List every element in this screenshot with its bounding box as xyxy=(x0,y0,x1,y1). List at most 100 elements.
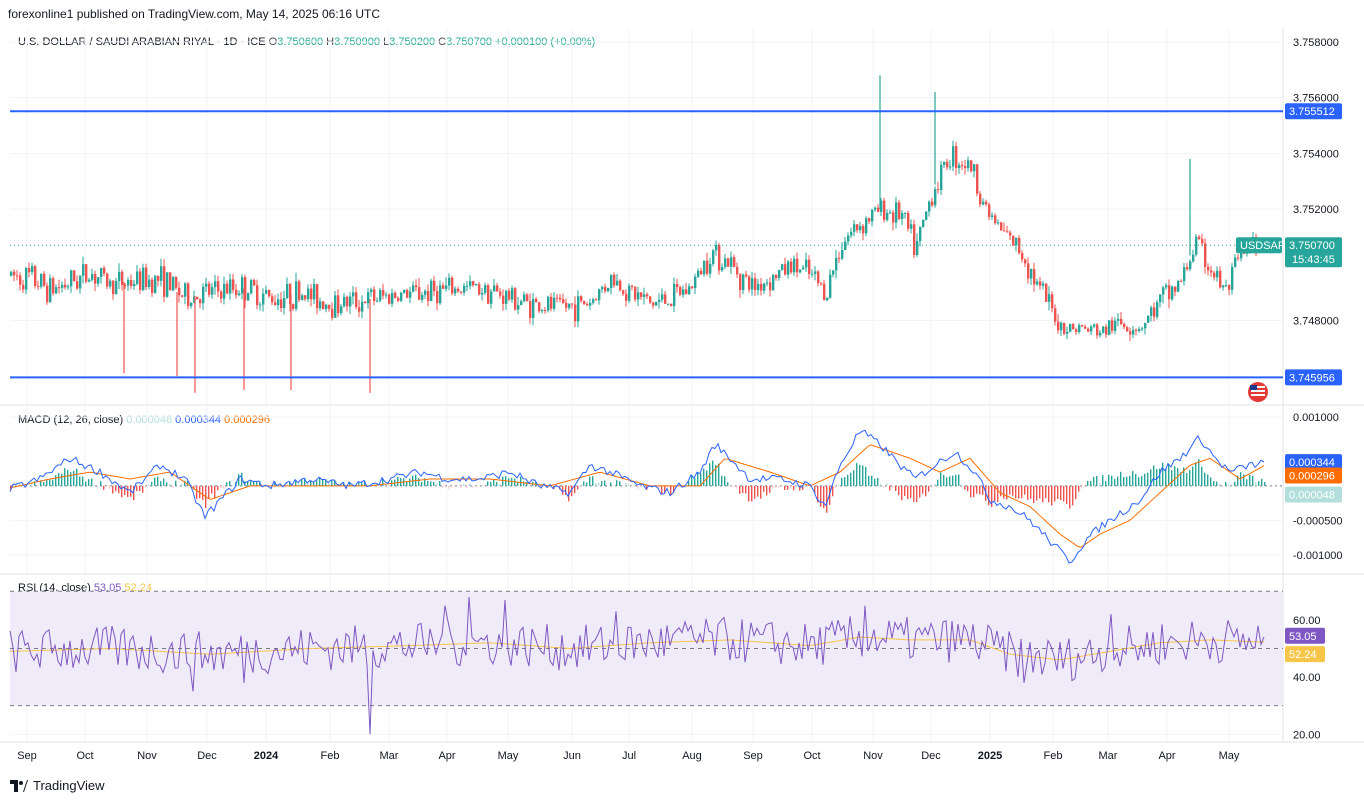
candle-body xyxy=(1123,323,1126,328)
candle-body xyxy=(169,272,172,291)
macd-histogram-bar xyxy=(433,481,435,486)
candle-body xyxy=(742,274,745,291)
candle-body xyxy=(397,297,400,301)
symbol-tag: USDSAR xyxy=(1240,240,1286,252)
candle-body xyxy=(142,267,145,290)
hist-value-tag: 0.000048 xyxy=(1289,490,1335,502)
macd-histogram-bar xyxy=(1216,481,1218,486)
macd-histogram-bar xyxy=(238,474,240,486)
macd-histogram-bar xyxy=(1135,473,1137,486)
macd-histogram-bar xyxy=(94,485,96,487)
macd-histogram-bar xyxy=(52,479,54,486)
macd-histogram-bar xyxy=(1021,485,1023,498)
time-tick-label: Sep xyxy=(743,750,763,762)
candle-body xyxy=(508,290,511,300)
chart-canvas[interactable]: 3.758000 3.756000 3.754000 3.752000 3.748000… xyxy=(0,0,1364,804)
candle-body xyxy=(1012,235,1015,246)
macd-histogram-bar xyxy=(832,485,834,497)
candle-body xyxy=(262,293,265,305)
macd-histogram-bar xyxy=(463,483,465,486)
candle-body xyxy=(442,285,445,289)
candle-body xyxy=(274,302,277,306)
candle-body xyxy=(967,160,970,169)
macd-histogram-bar xyxy=(1057,485,1059,499)
candle-body xyxy=(220,291,223,299)
candle-body xyxy=(946,161,949,168)
time-tick-label: Oct xyxy=(803,750,820,762)
candle-body xyxy=(1072,324,1075,330)
candle-body xyxy=(1138,328,1141,331)
macd-histogram-bar xyxy=(1012,485,1014,496)
candle-body xyxy=(868,218,871,222)
macd-histogram-bar xyxy=(1105,481,1107,486)
us-flag-icon[interactable] xyxy=(1248,382,1268,402)
candle-body xyxy=(682,289,685,295)
macd-histogram-bar xyxy=(910,485,912,498)
macd-histogram-bar xyxy=(826,485,828,513)
macd-histogram-bar xyxy=(136,485,138,492)
candle-body xyxy=(814,271,817,274)
candle-body xyxy=(433,280,436,291)
candle-body xyxy=(10,271,13,276)
candle-body xyxy=(592,299,595,303)
candle-body xyxy=(871,209,874,222)
macd-histogram-bar xyxy=(445,485,447,488)
time-axis[interactable]: Sep Oct Nov Dec 2024 Feb Mar Apr May Jun Jul Aug Sep… xyxy=(17,750,1240,762)
candle-body xyxy=(1234,257,1237,267)
macd-plot xyxy=(9,429,1283,564)
candle-body xyxy=(1096,324,1099,336)
macd-histogram-bar xyxy=(160,481,162,486)
macd-histogram-bar xyxy=(760,485,762,499)
candle-body xyxy=(355,292,358,308)
candle-body xyxy=(46,285,49,302)
macd-histogram-bar xyxy=(1189,470,1191,486)
macd-histogram-bar xyxy=(730,485,732,488)
macd-histogram-bar xyxy=(727,482,729,486)
candle-body xyxy=(358,307,361,312)
candle-body xyxy=(472,281,475,286)
macd-histogram-bar xyxy=(1171,470,1173,486)
macd-histogram-bar xyxy=(634,485,636,487)
tradingview-logo[interactable]: TradingView xyxy=(10,778,105,793)
candle-body xyxy=(316,284,319,309)
macd-histogram-bar xyxy=(202,485,204,500)
candle-body xyxy=(811,273,814,275)
macd-histogram-bar xyxy=(1024,485,1026,495)
candle-body xyxy=(832,270,835,275)
candle-body xyxy=(343,296,346,307)
time-tick-label: Nov xyxy=(137,750,157,762)
candle-body xyxy=(1000,222,1003,231)
candle-body xyxy=(118,271,121,282)
candle-body xyxy=(415,285,418,288)
candle-body xyxy=(1165,285,1168,288)
macd-histogram-bar xyxy=(439,481,441,486)
macd-histogram-bar xyxy=(862,465,864,486)
macd-histogram-bar xyxy=(1117,476,1119,486)
macd-histogram-bar xyxy=(1261,478,1263,486)
macd-histogram-bar xyxy=(487,481,489,486)
candle-body xyxy=(223,283,226,299)
macd-histogram-bar xyxy=(178,485,180,487)
macd-histogram-bar xyxy=(61,473,63,486)
candle-body xyxy=(1120,318,1123,324)
candle-body xyxy=(1069,324,1072,332)
candle-body xyxy=(190,302,193,307)
candle-body xyxy=(94,273,97,284)
candle-body xyxy=(325,304,328,310)
macd-histogram-bar xyxy=(625,483,627,486)
macd-histogram-bar xyxy=(529,485,531,487)
candle-body xyxy=(550,296,553,309)
levels[interactable] xyxy=(10,110,1283,379)
candle-body xyxy=(16,275,19,277)
candle-body xyxy=(430,280,433,302)
candle-body xyxy=(577,296,580,322)
candle-body xyxy=(31,266,34,273)
macd-histogram-bar xyxy=(1222,485,1224,487)
macd-histogram-bar xyxy=(823,485,825,509)
candle-body xyxy=(1078,325,1081,333)
candle-body xyxy=(733,257,736,267)
rsi-ma-value-tag: 52.24 xyxy=(1289,649,1317,661)
candle-body xyxy=(1090,326,1093,332)
candle-body xyxy=(628,285,631,301)
candle-body xyxy=(1024,259,1027,264)
